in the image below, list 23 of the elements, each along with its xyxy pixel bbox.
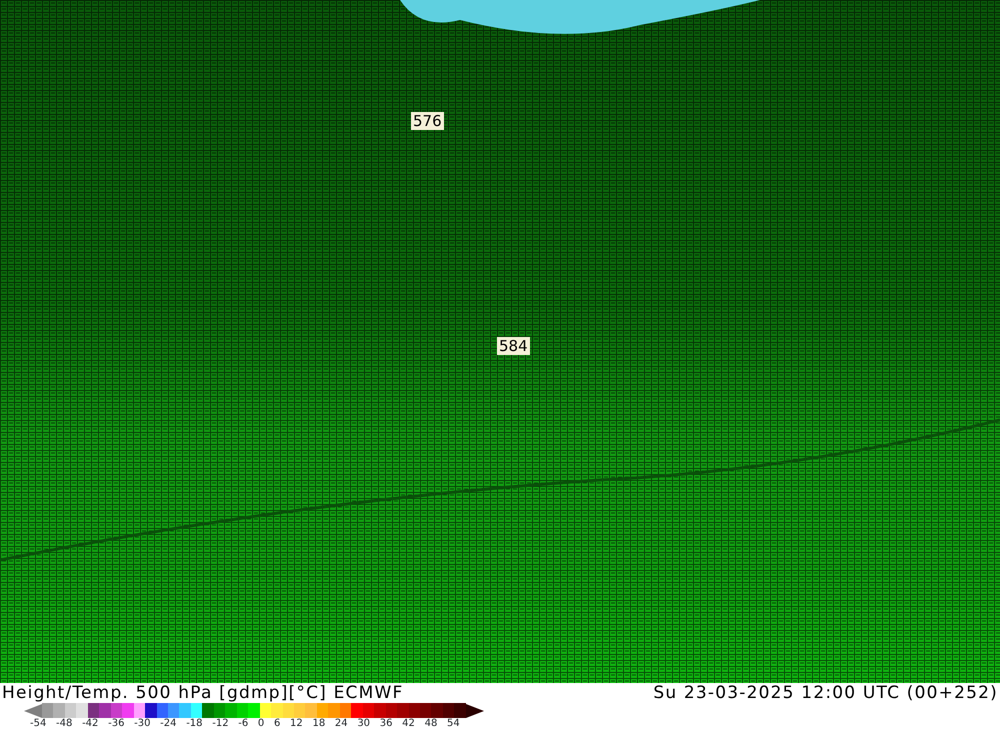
- contour-label: 584: [497, 337, 530, 355]
- scale-tick-label: -12: [212, 718, 229, 729]
- scale-tick-label: 36: [380, 718, 392, 729]
- scale-tick-label: 0: [258, 718, 264, 729]
- scale-tick-label: 48: [424, 718, 438, 729]
- scale-tick-label: -6: [238, 718, 248, 729]
- contour-label: 576: [411, 112, 444, 130]
- valid-time: Su 23-03-2025 12:00 UTC (00+252): [652, 683, 999, 703]
- chart-title: Height/Temp. 500 hPa [gdmp][°C] ECMWF: [1, 683, 404, 703]
- scale-tick-label: 12: [290, 718, 303, 729]
- scale-tick-label: -30: [134, 718, 150, 729]
- scale-tick-label: -54: [30, 718, 46, 729]
- scale-tick-label: 42: [402, 718, 415, 729]
- scale-tick-label: -18: [186, 718, 203, 729]
- scale-tick-label: 24: [334, 718, 348, 729]
- scale-tick-label: -24: [160, 718, 176, 729]
- scale-tick-label: 6: [274, 718, 280, 729]
- scale-tick-label: -42: [82, 718, 98, 729]
- scale-tick-label: 30: [357, 718, 370, 729]
- scale-tick-label: -36: [108, 718, 124, 729]
- scale-tick-label: 18: [312, 718, 326, 729]
- scale-tick-label: 54: [447, 718, 460, 729]
- scale-tick-label: -48: [56, 718, 72, 729]
